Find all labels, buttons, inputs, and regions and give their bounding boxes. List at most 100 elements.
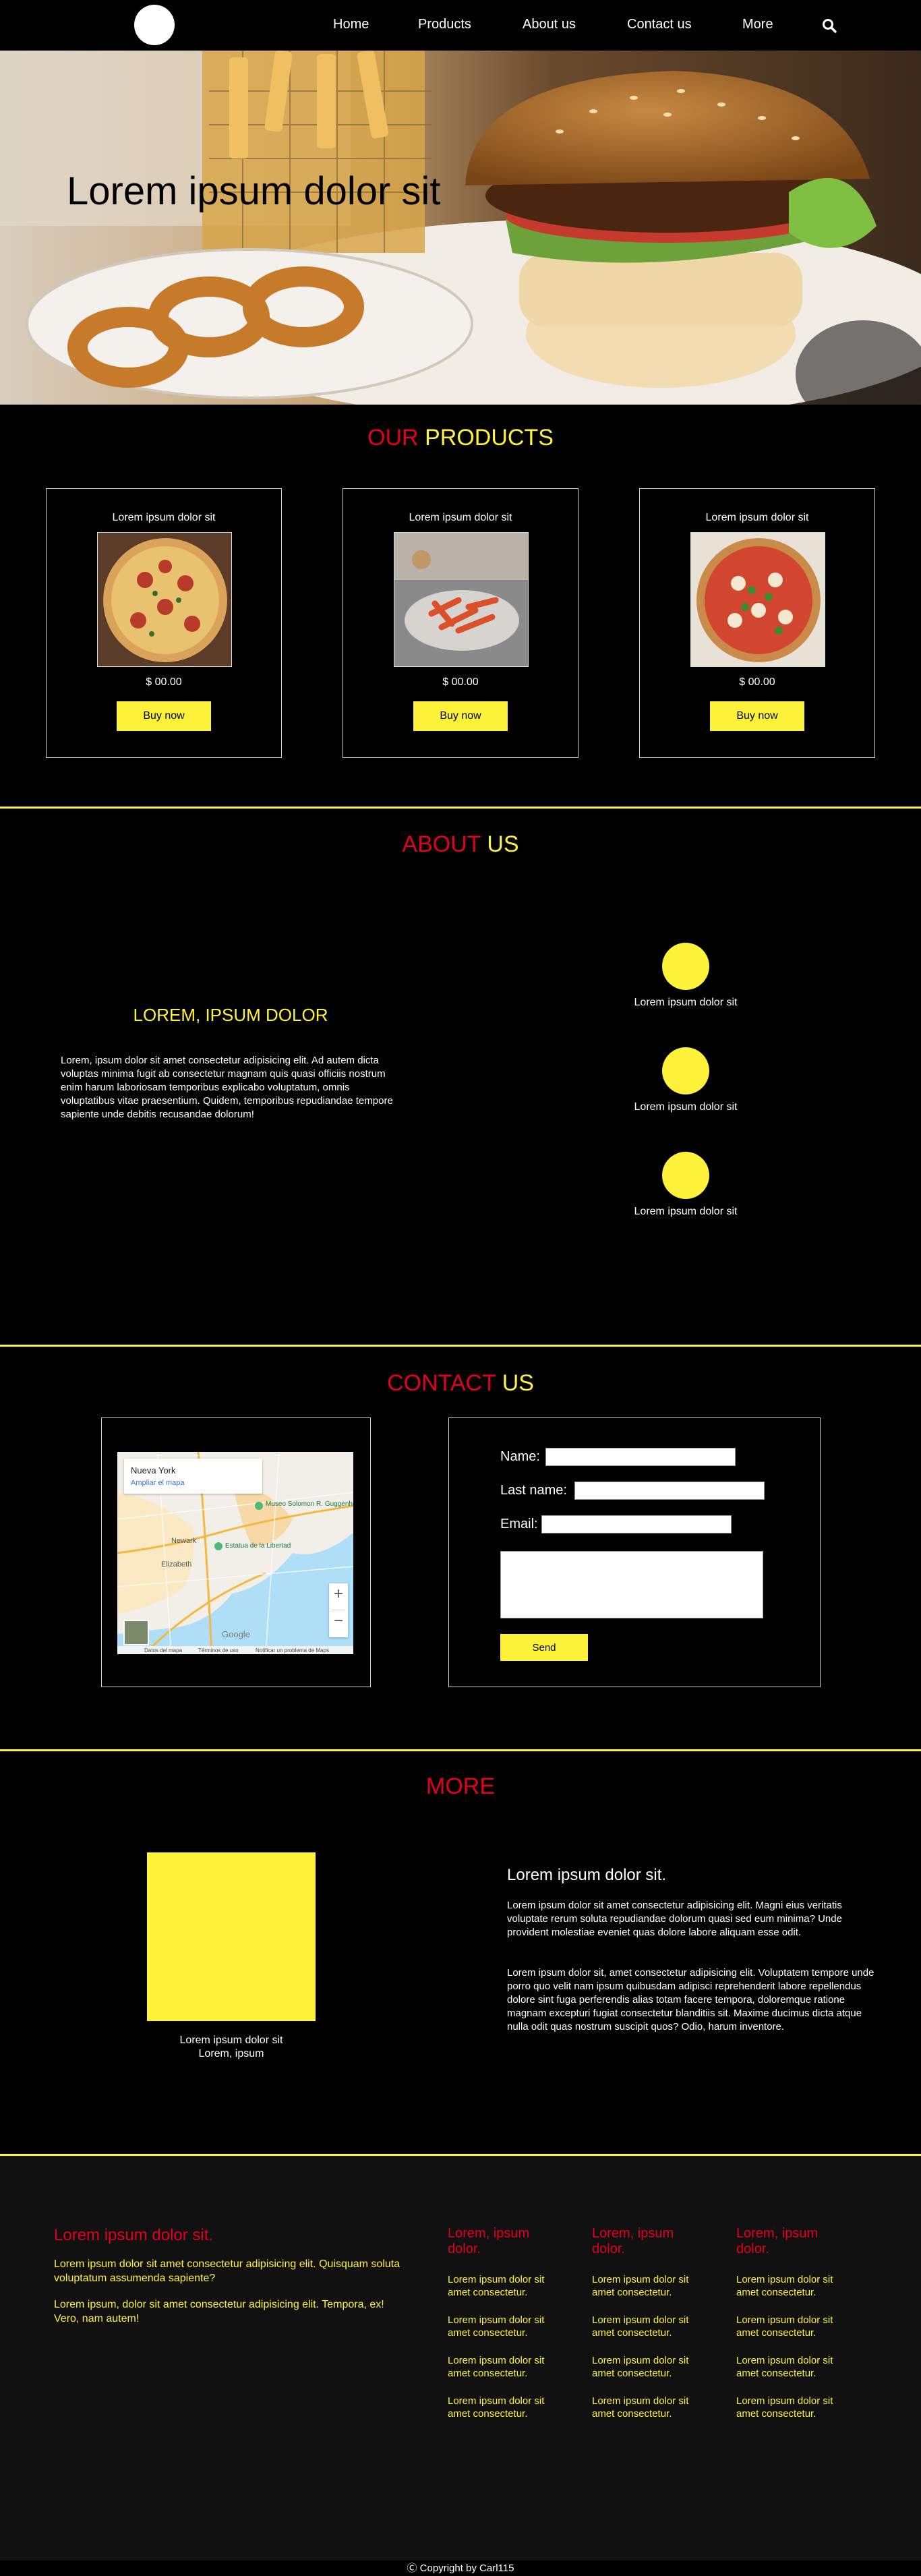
footer-link[interactable]: Lorem ipsum dolor sit amet consectetur. <box>448 2395 569 2420</box>
nav-link-about-us[interactable]: About us <box>523 17 576 32</box>
about-text: Lorem, ipsum dolor sit amet consectetur … <box>61 1055 393 1120</box>
more-image-placeholder <box>147 1852 316 2021</box>
contact-title-part1: CONTACT <box>387 1370 496 1396</box>
product-image-pizza[interactable] <box>97 532 232 667</box>
product-card-1: Lorem ipsum dolor sit $ 00.00 Buy now <box>46 488 282 758</box>
product-image-pasta[interactable] <box>394 532 529 667</box>
about-title-part2: US <box>487 831 519 857</box>
products-title-part1: OUR <box>367 425 419 450</box>
more-section-title: MORE <box>426 1774 495 1799</box>
email-field[interactable] <box>541 1515 732 1533</box>
map-label-elizabeth: Elizabeth <box>161 1560 191 1569</box>
zoom-in-icon[interactable]: + <box>329 1585 348 1604</box>
map-data-link[interactable]: Datos del mapa <box>144 1647 183 1653</box>
map-info-card: Nueva York Ampliar el mapa <box>124 1459 262 1494</box>
about-feature-circle <box>662 943 709 990</box>
footer-link[interactable]: Lorem ipsum dolor sit amet consectetur. <box>448 2273 569 2299</box>
footer-link[interactable]: Lorem ipsum dolor sit amet consectetur. <box>592 2273 713 2299</box>
last-name-label: Last name: <box>500 1483 567 1498</box>
footer-column-title: Lorem, ipsum dolor. <box>736 2226 819 2256</box>
buy-now-button[interactable]: Buy now <box>710 701 804 731</box>
section-divider <box>0 1749 921 1751</box>
logo[interactable] <box>134 5 175 45</box>
product-price: $ 00.00 <box>146 676 182 688</box>
nav-link-products[interactable]: Products <box>418 17 471 32</box>
map-report-link[interactable]: Notificar un problema de Maps <box>256 1647 329 1653</box>
nav-link-more[interactable]: More <box>742 17 773 32</box>
about-section-title: ABOUT US <box>0 831 921 858</box>
footer-column-title: Lorem, ipsum dolor. <box>592 2226 674 2256</box>
footer-link[interactable]: Lorem ipsum dolor sit amet consectetur. <box>736 2314 858 2339</box>
products-title-part2: PRODUCTS <box>425 425 554 450</box>
email-label: Email: <box>500 1517 538 1531</box>
about-feature-circle <box>662 1152 709 1199</box>
footer-link[interactable]: Lorem ipsum dolor sit amet consectetur. <box>736 2395 858 2420</box>
about-feature-label: Lorem ipsum dolor sit <box>634 1206 738 1217</box>
footer-column-3: Lorem, ipsum dolor. Lorem ipsum dolor si… <box>736 2226 851 2420</box>
about-title-part1: ABOUT <box>402 831 481 857</box>
hero-banner: Lorem ipsum dolor sit <box>0 51 921 405</box>
hero-title: Lorem ipsum dolor sit <box>67 169 441 213</box>
send-button[interactable]: Send <box>500 1634 588 1661</box>
product-price: $ 00.00 <box>739 676 775 688</box>
footer-heading: Lorem ipsum dolor sit. <box>54 2226 214 2244</box>
footer-column-1: Lorem, ipsum dolor. Lorem ipsum dolor si… <box>448 2226 562 2420</box>
zoom-out-icon[interactable]: − <box>329 1612 348 1631</box>
buy-now-button[interactable]: Buy now <box>117 701 211 731</box>
about-feature-label: Lorem ipsum dolor sit <box>634 997 738 1008</box>
footer-link[interactable]: Lorem ipsum dolor sit amet consectetur. <box>592 2354 713 2380</box>
copyright: Ⓒ Copyright by Carl115 <box>0 2560 921 2576</box>
contact-form: Name: Last name: Email: Send <box>448 1417 821 1687</box>
top-navbar: Home Products About us Contact us More <box>0 0 921 51</box>
embedded-map[interactable]: Newark Elizabeth Museo Solomon R. Guggen… <box>117 1452 353 1654</box>
map-enlarge-link[interactable]: Ampliar el mapa <box>131 1479 184 1487</box>
footer-link[interactable]: Lorem ipsum dolor sit amet consectetur. <box>736 2354 858 2380</box>
last-name-field[interactable] <box>574 1482 765 1500</box>
more-paragraph: Lorem ipsum dolor sit, amet consectetur … <box>507 1967 874 2032</box>
about-feature-circle <box>662 1047 709 1094</box>
products-section-title: OUR PRODUCTS <box>0 425 921 451</box>
name-label: Name: <box>500 1449 540 1464</box>
map-satellite-thumb[interactable] <box>123 1620 149 1645</box>
map-container: Newark Elizabeth Museo Solomon R. Guggen… <box>101 1417 371 1687</box>
product-price: $ 00.00 <box>442 676 479 688</box>
about-heading: LOREM, IPSUM DOLOR <box>133 1005 328 1025</box>
product-title: Lorem ipsum dolor sit <box>112 512 216 523</box>
footer-link[interactable]: Lorem ipsum dolor sit amet consectetur. <box>448 2354 569 2380</box>
more-heading: Lorem ipsum dolor sit. <box>507 1866 667 1884</box>
footer: Lorem ipsum dolor sit. Lorem ipsum dolor… <box>0 2156 921 2560</box>
footer-link[interactable]: Lorem ipsum dolor sit amet consectetur. <box>592 2395 713 2420</box>
more-caption: Lorem ipsum dolor sit Lorem, ipsum <box>147 2034 316 2061</box>
nav-link-home[interactable]: Home <box>333 17 369 32</box>
contact-section-title: CONTACT US <box>0 1370 921 1397</box>
map-label-statue: Estatua de la Libertad <box>225 1542 291 1550</box>
search-icon[interactable] <box>821 18 837 34</box>
message-field[interactable] <box>500 1551 763 1618</box>
section-divider <box>0 807 921 809</box>
contact-title-part2: US <box>502 1370 534 1396</box>
footer-text: Lorem ipsum dolor sit amet consectetur a… <box>54 2258 400 2284</box>
footer-link[interactable]: Lorem ipsum dolor sit amet consectetur. <box>448 2314 569 2339</box>
section-divider <box>0 1345 921 1347</box>
footer-link[interactable]: Lorem ipsum dolor sit amet consectetur. <box>592 2314 713 2339</box>
map-zoom-controls: + − <box>329 1583 348 1637</box>
product-image-pizza-margherita[interactable] <box>690 532 825 667</box>
hero-food-image <box>0 51 921 405</box>
nav-link-contact-us[interactable]: Contact us <box>627 17 692 32</box>
footer-column-2: Lorem, ipsum dolor. Lorem ipsum dolor si… <box>592 2226 707 2420</box>
map-brand: Google <box>222 1629 250 1639</box>
more-caption-line1: Lorem ipsum dolor sit <box>179 2035 283 2046</box>
product-card-2: Lorem ipsum dolor sit $ 00.00 Buy now <box>343 488 578 758</box>
footer-column-title: Lorem, ipsum dolor. <box>448 2226 530 2256</box>
product-card-3: Lorem ipsum dolor sit $ 00.00 Buy now <box>639 488 875 758</box>
buy-now-button[interactable]: Buy now <box>413 701 508 731</box>
more-paragraph: Lorem ipsum dolor sit amet consectetur a… <box>507 1900 842 1938</box>
map-label-newark: Newark <box>171 1537 197 1545</box>
product-title: Lorem ipsum dolor sit <box>409 512 512 523</box>
product-title: Lorem ipsum dolor sit <box>705 512 809 523</box>
map-place-name: Nueva York <box>131 1465 176 1475</box>
name-field[interactable] <box>545 1448 736 1466</box>
map-terms-link[interactable]: Términos de uso <box>198 1647 239 1653</box>
footer-link[interactable]: Lorem ipsum dolor sit amet consectetur. <box>736 2273 858 2299</box>
about-feature-label: Lorem ipsum dolor sit <box>634 1101 738 1113</box>
